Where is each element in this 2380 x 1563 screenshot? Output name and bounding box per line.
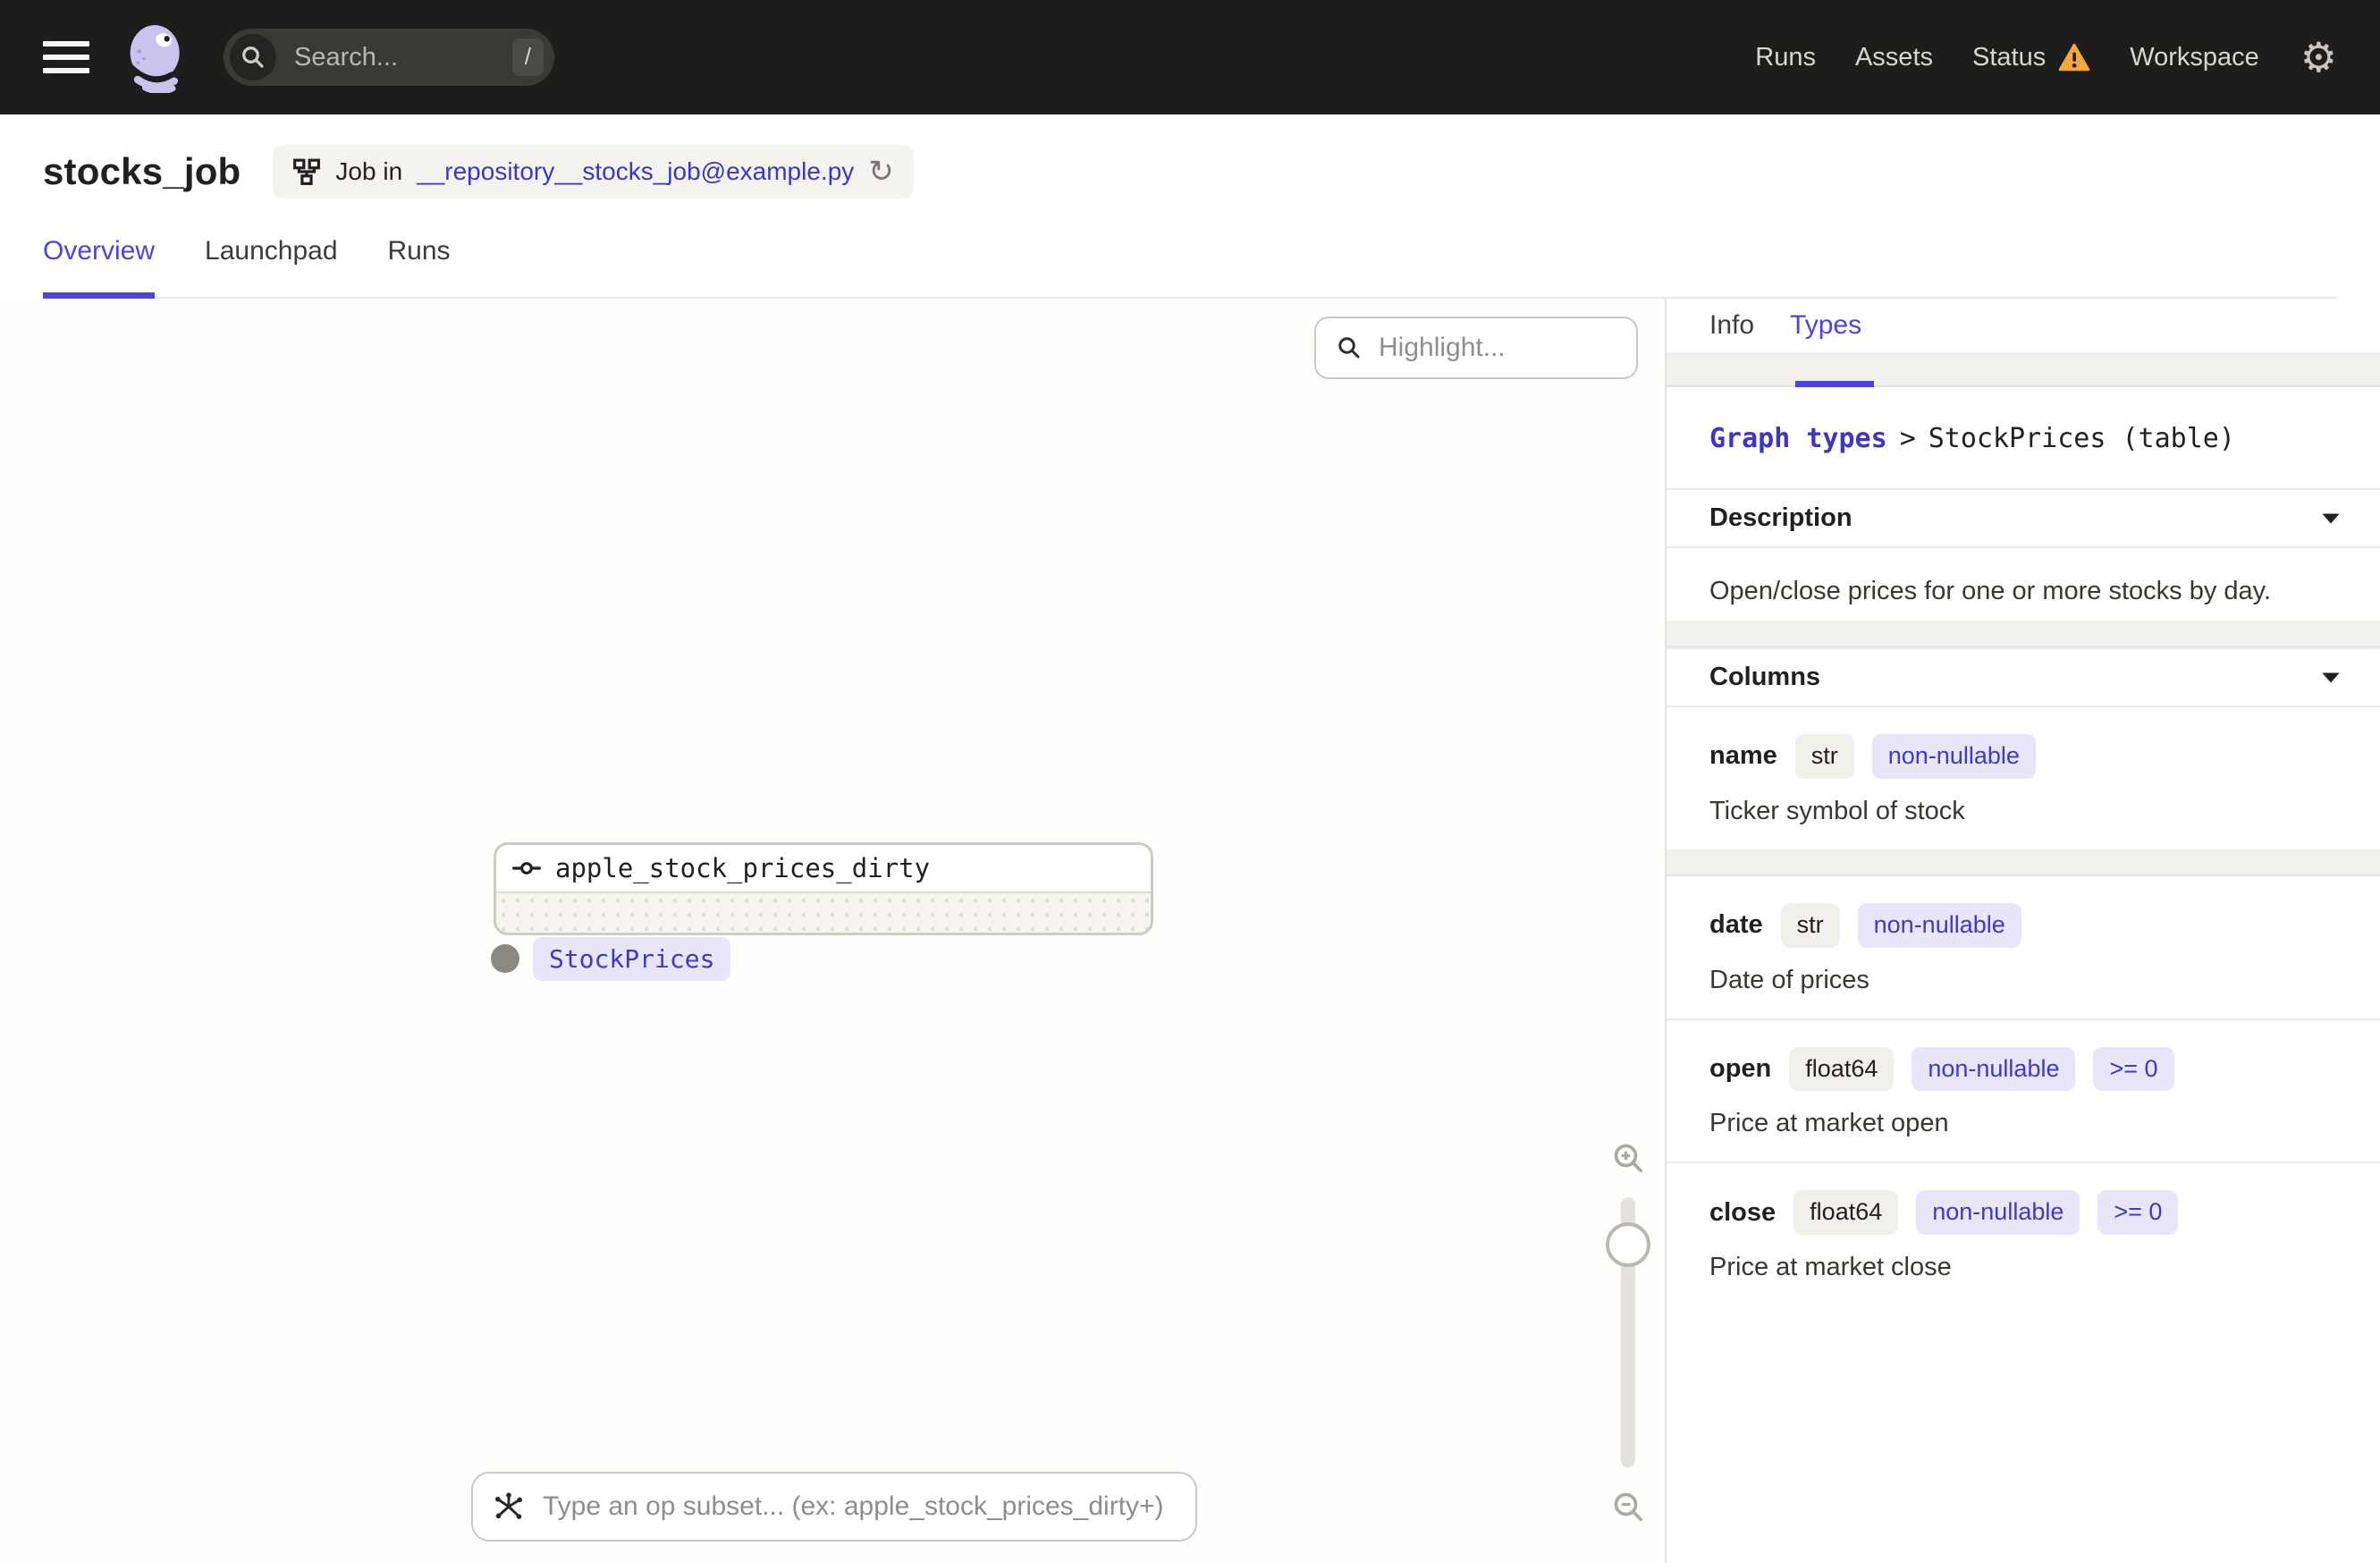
tab-launchpad[interactable]: Launchpad [205,236,337,297]
chevron-down-icon [2322,513,2340,523]
reload-icon[interactable]: ↻ [868,156,894,187]
column-entry-close: close float64 non-nullable >= 0 Price at… [1667,1163,2380,1305]
nav-link-runs[interactable]: Runs [1755,43,1816,72]
side-panel: Info Types Graph types > StockPrices (ta… [1667,299,2380,1563]
column-entry-name: name str non-nullable Ticker symbol of s… [1667,707,2380,849]
column-entry-date: date str non-nullable Date of prices [1667,876,2380,1020]
nav-link-status-label: Status [1972,42,2047,72]
column-name: close [1709,1197,1777,1227]
panel-tabs-wrap: Info Types [1667,299,2380,387]
op-node[interactable]: apple_stock_prices_dirty [494,842,1153,935]
breadcrumb: Graph types > StockPrices (table) [1667,387,2380,488]
column-constraint-tag: non-nullable [1871,734,2036,779]
column-type-tag: str [1780,902,1840,948]
top-nav: / Runs Assets Status Workspace ⚙ [0,0,2380,114]
nav-link-status[interactable]: Status [1972,43,2090,72]
op-selector-icon [495,1492,522,1519]
column-constraint-tag: non-nullable [1916,1190,2080,1235]
op-node-title: apple_stock_prices_dirty [496,845,1151,893]
dagster-logo[interactable] [120,21,191,93]
zoom-controls [1599,1140,1658,1525]
column-row: name str non-nullable [1709,734,2337,779]
column-name: open [1709,1053,1772,1083]
page-title: stocks_job [43,150,241,192]
column-description: Price at market open [1709,1109,1949,1138]
column-description: Price at market close [1709,1253,1952,1281]
columns-section-title: Columns [1709,663,1821,691]
panel-tab-types[interactable]: Types [1790,310,1861,341]
app-root: / Runs Assets Status Workspace ⚙ stocks_… [0,0,2380,1563]
column-entry-open: open float64 non-nullable >= 0 Price at … [1667,1020,2380,1164]
global-search[interactable]: / [224,29,554,86]
column-type-tag: float64 [1793,1190,1899,1235]
op-node-body [496,893,1151,933]
chevron-down-icon [2322,672,2340,682]
column-constraint-tag: >= 0 [2093,1046,2174,1092]
hamburger-menu-icon[interactable] [43,41,89,73]
column-constraint-tag: >= 0 [2097,1190,2179,1235]
search-icon [1338,337,1360,359]
column-row: open float64 non-nullable >= 0 [1709,1046,2337,1092]
page-header: stocks_job Job in __repository__stocks_j… [0,114,2380,299]
description-text: Open/close prices for one or more stocks… [1709,577,2272,605]
tab-overview[interactable]: Overview [43,236,156,299]
highlight-search[interactable] [1314,317,1638,379]
nav-links: Runs Assets Status Workspace [1755,43,2258,72]
highlight-input[interactable] [1377,332,1616,364]
breadcrumb-link-graph-types[interactable]: Graph types [1709,423,1887,454]
column-description: Ticker symbol of stock [1709,796,1965,825]
title-row: stocks_job Job in __repository__stocks_j… [43,145,2337,199]
output-type-tag[interactable]: StockPrices [533,937,731,981]
warning-icon [2058,43,2090,72]
op-icon [512,862,541,874]
page-tabs: Overview Launchpad Runs [43,236,2337,299]
column-row: date str non-nullable [1709,902,2337,948]
panel-tab-active-underline [1795,381,1874,387]
gear-icon[interactable]: ⚙ [2300,37,2337,78]
job-graph-icon [293,158,321,185]
nav-link-workspace[interactable]: Workspace [2130,43,2259,72]
panel-tabs-band [1667,352,2380,387]
zoom-out-icon[interactable] [1610,1489,1646,1525]
op-subset-filter[interactable] [471,1472,1197,1542]
column-type-tag: str [1794,734,1854,779]
description-section-header[interactable]: Description [1667,488,2380,548]
column-row: close float64 non-nullable >= 0 [1709,1190,2337,1235]
column-description: Date of prices [1709,965,1869,994]
section-divider-band [1667,621,2380,647]
row-divider-band [1667,849,2380,876]
op-node-name: apple_stock_prices_dirty [555,853,931,883]
column-constraint-tag: non-nullable [1912,1046,2076,1092]
nav-link-assets[interactable]: Assets [1855,43,1933,72]
graph-canvas[interactable]: apple_stock_prices_dirty StockPrices [0,299,1667,1563]
op-subset-input[interactable] [541,1491,1176,1523]
breadcrumb-current: StockPrices (table) [1928,423,2235,454]
job-origin-badge: Job in __repository__stocks_job@example.… [273,145,914,199]
description-section-title: Description [1709,503,1853,532]
search-input[interactable] [292,41,512,73]
job-origin-prefix: Job in [335,157,403,185]
zoom-slider-handle[interactable] [1606,1222,1650,1267]
output-port [491,944,519,973]
columns-section-header[interactable]: Columns [1667,647,2380,707]
panel-tab-info[interactable]: Info [1709,310,1754,341]
zoom-in-icon[interactable] [1610,1140,1646,1176]
breadcrumb-separator: > [1899,423,1916,454]
tab-runs[interactable]: Runs [388,236,451,297]
column-constraint-tag: non-nullable [1857,902,2021,948]
main-area: apple_stock_prices_dirty StockPrices [0,299,2380,1563]
search-icon [230,34,276,80]
column-type-tag: float64 [1789,1046,1895,1092]
job-origin-link[interactable]: __repository__stocks_job@example.py [417,157,854,186]
zoom-slider[interactable] [1606,1197,1650,1467]
panel-tabs: Info Types [1667,299,2380,352]
column-name: name [1709,741,1777,771]
octopus-logo-icon [127,25,180,93]
slash-shortcut-key: / [511,38,544,76]
column-name: date [1709,910,1763,940]
